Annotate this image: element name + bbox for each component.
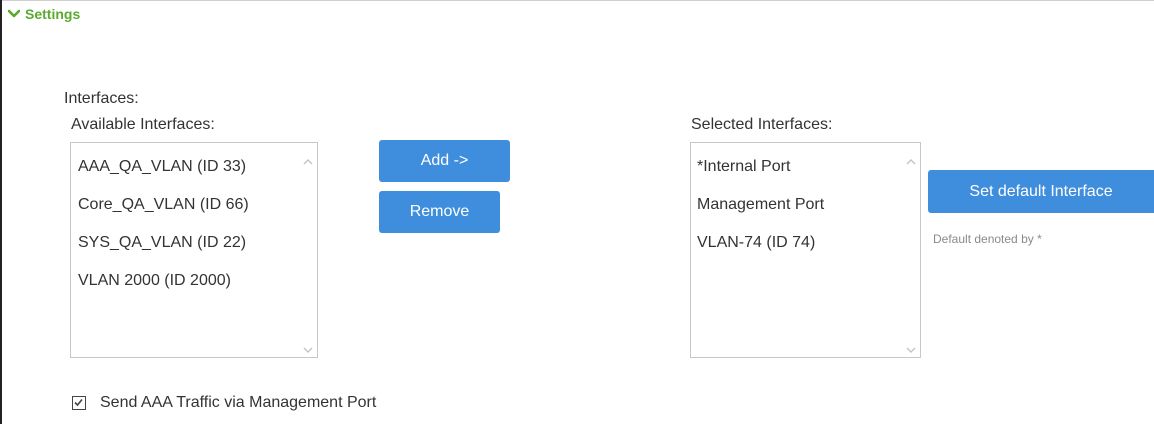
top-border [0, 0, 1154, 1]
available-interfaces-label: Available Interfaces: [71, 116, 215, 133]
list-item[interactable]: VLAN-74 (ID 74) [697, 234, 815, 252]
left-border [0, 0, 2, 424]
chevron-down-icon [8, 9, 20, 19]
set-default-interface-button[interactable]: Set default Interface [928, 170, 1154, 213]
list-item[interactable]: *Internal Port [697, 158, 790, 176]
interfaces-heading: Interfaces: [64, 90, 139, 107]
scroll-up-arrow-icon[interactable] [303, 153, 313, 165]
scroll-down-arrow-icon[interactable] [906, 341, 916, 353]
default-hint-text: Default denoted by * [933, 232, 1042, 246]
add-button[interactable]: Add -> [379, 140, 510, 182]
selected-interfaces-label: Selected Interfaces: [691, 116, 833, 133]
section-title: Settings [25, 6, 81, 22]
available-interfaces-listbox[interactable]: AAA_QA_VLAN (ID 33) Core_QA_VLAN (ID 66)… [70, 142, 318, 358]
send-aaa-checkbox[interactable] [72, 396, 86, 410]
settings-section-toggle[interactable]: Settings [8, 6, 80, 22]
checkmark-icon [74, 398, 83, 407]
list-item[interactable]: SYS_QA_VLAN (ID 22) [78, 234, 246, 252]
scroll-down-arrow-icon[interactable] [303, 341, 313, 353]
list-item[interactable]: Management Port [697, 196, 824, 214]
list-item[interactable]: VLAN 2000 (ID 2000) [78, 272, 231, 290]
selected-scrollbar[interactable] [902, 143, 920, 357]
list-item[interactable]: Core_QA_VLAN (ID 66) [78, 196, 249, 214]
list-item[interactable]: AAA_QA_VLAN (ID 33) [78, 158, 246, 176]
send-aaa-label: Send AAA Traffic via Management Port [100, 394, 377, 411]
scroll-up-arrow-icon[interactable] [906, 153, 916, 165]
available-scrollbar[interactable] [299, 143, 317, 357]
send-aaa-traffic-option[interactable]: Send AAA Traffic via Management Port [72, 394, 376, 412]
remove-button[interactable]: Remove [379, 191, 500, 233]
selected-interfaces-listbox[interactable]: *Internal Port Management Port VLAN-74 (… [690, 142, 921, 358]
